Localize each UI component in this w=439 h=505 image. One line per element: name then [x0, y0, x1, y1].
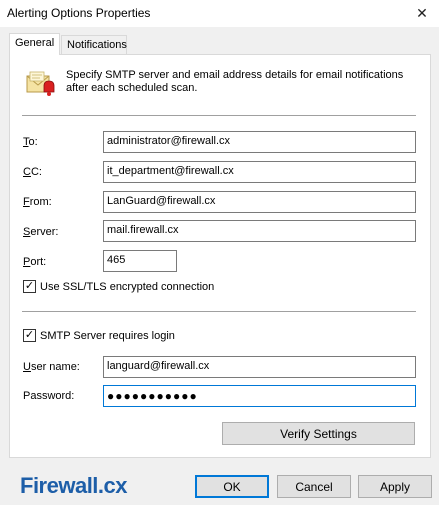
- login-checkbox[interactable]: ✓: [23, 329, 36, 342]
- apply-label: Apply: [379, 479, 411, 494]
- cancel-button[interactable]: Cancel: [277, 475, 351, 498]
- mail-alert-icon: [26, 71, 55, 96]
- ok-label: OK: [223, 479, 241, 494]
- login-checkbox-row[interactable]: ✓ SMTP Server requires login: [23, 329, 175, 342]
- ssl-checkbox-row[interactable]: ✓ Use SSL/TLS encrypted connection: [23, 280, 214, 293]
- firewall-cx-logo: Firewall.cx: [20, 473, 128, 498]
- ok-button[interactable]: OK: [195, 475, 269, 498]
- separator: [22, 115, 416, 116]
- username-label: User name:: [23, 361, 80, 373]
- password-label: Password:: [23, 390, 75, 402]
- separator: [22, 311, 416, 312]
- from-label: From:: [23, 196, 52, 208]
- username-field[interactable]: languard@firewall.cx: [103, 356, 416, 378]
- login-checkbox-label: SMTP Server requires login: [40, 329, 175, 342]
- tab-notifications[interactable]: Notifications: [61, 35, 127, 55]
- server-field[interactable]: mail.firewall.cx: [103, 220, 416, 242]
- port-field[interactable]: 465: [103, 250, 177, 272]
- from-field[interactable]: LanGuard@firewall.cx: [103, 191, 416, 213]
- close-icon: ✕: [416, 5, 428, 21]
- apply-button[interactable]: Apply: [358, 475, 432, 498]
- ssl-checkbox[interactable]: ✓: [23, 280, 36, 293]
- cc-field[interactable]: it_department@firewall.cx: [103, 161, 416, 183]
- tab-notifications-label: Notifications: [67, 39, 127, 51]
- tab-general-label: General: [15, 37, 55, 49]
- verify-settings-button[interactable]: Verify Settings: [222, 422, 415, 445]
- password-field[interactable]: ●●●●●●●●●●●: [103, 385, 416, 407]
- close-button[interactable]: ✕: [405, 0, 439, 27]
- cancel-label: Cancel: [295, 479, 333, 494]
- port-label: Port:: [23, 256, 47, 268]
- check-icon: ✓: [24, 280, 35, 292]
- header-description: Specify SMTP server and email address de…: [66, 69, 404, 94]
- tab-general[interactable]: General: [9, 33, 60, 55]
- verify-settings-label: Verify Settings: [280, 426, 357, 441]
- to-field[interactable]: administrator@firewall.cx: [103, 131, 416, 153]
- to-label: To:: [23, 136, 38, 148]
- check-icon: ✓: [24, 329, 35, 341]
- window-title: Alerting Options Properties: [7, 6, 151, 20]
- cc-label: CC:: [23, 166, 42, 178]
- server-label: Server:: [23, 226, 59, 238]
- title-bar: Alerting Options Properties ✕: [0, 0, 439, 27]
- ssl-checkbox-label: Use SSL/TLS encrypted connection: [40, 280, 215, 293]
